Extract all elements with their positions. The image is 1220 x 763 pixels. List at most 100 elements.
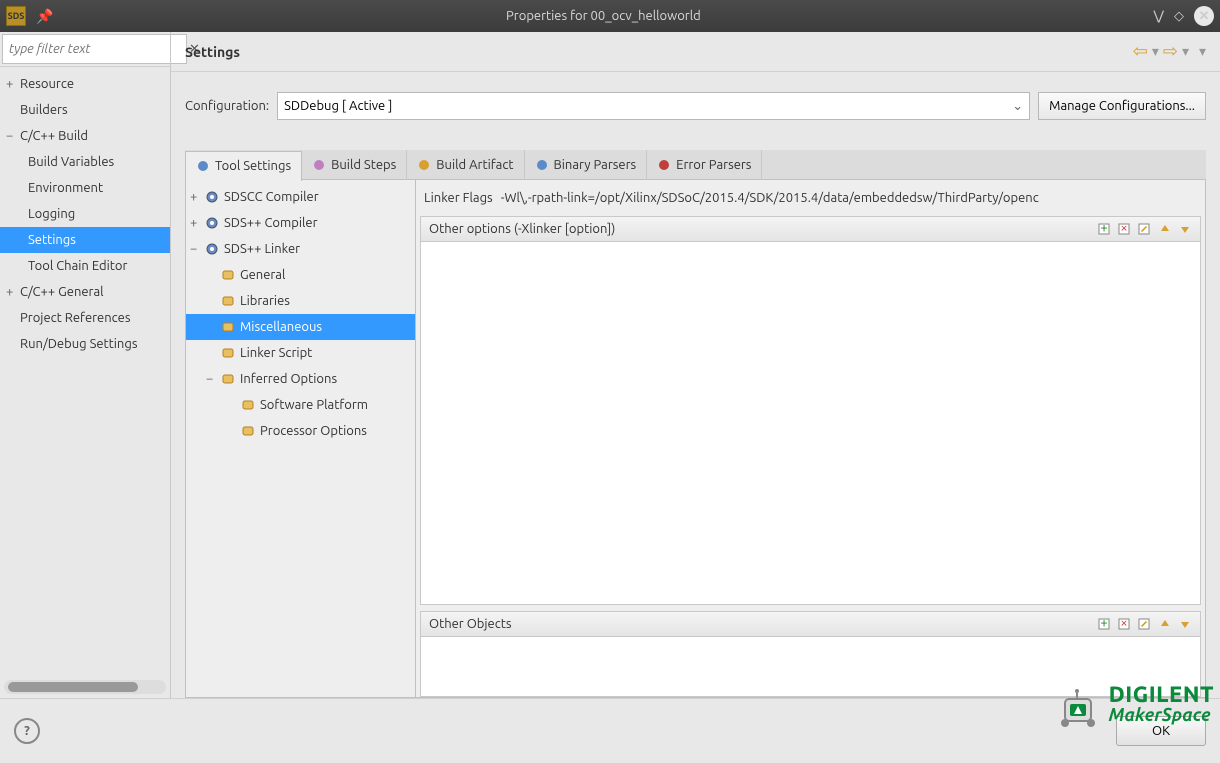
tab-icon (312, 158, 326, 172)
window-title: Properties for 00_ocv_helloworld (53, 9, 1153, 23)
nav-item-label: Settings (28, 233, 76, 247)
tab-icon (417, 158, 431, 172)
back-icon[interactable]: ⇦ (1133, 41, 1148, 62)
tab-binary-parsers[interactable]: Binary Parsers (525, 150, 648, 180)
other-objects-list[interactable] (420, 637, 1201, 697)
add-icon[interactable]: + (1098, 222, 1112, 236)
close-icon[interactable]: ✕ (1194, 6, 1214, 26)
tool-item-processor-options[interactable]: Processor Options (186, 418, 415, 444)
settings-pane: Settings ⇦ ▾ ⇨ ▾ ▾ Configuration: SDDebu… (170, 32, 1220, 698)
tab-label: Build Artifact (436, 158, 513, 172)
move-down-icon[interactable] (1178, 222, 1192, 236)
nav-item-resource[interactable]: +Resource (0, 71, 170, 97)
titlebar: SDS 📌 Properties for 00_ocv_helloworld ⋁… (0, 0, 1220, 32)
tab-icon (657, 158, 671, 172)
tool-item-software-platform[interactable]: Software Platform (186, 392, 415, 418)
form-pane: Linker Flags -Wl\,-rpath-link=/opt/Xilin… (416, 180, 1205, 697)
expand-icon[interactable]: − (206, 372, 220, 386)
edit-icon[interactable] (1138, 617, 1152, 631)
nav-item-c-c-general[interactable]: +C/C++ General (0, 279, 170, 305)
forward-menu-icon[interactable]: ▾ (1182, 43, 1189, 60)
nav-item-environment[interactable]: Environment (0, 175, 170, 201)
filter-input[interactable] (2, 34, 187, 64)
expand-icon[interactable]: − (190, 242, 204, 256)
nav-item-run-debug-settings[interactable]: Run/Debug Settings (0, 331, 170, 357)
expand-icon[interactable]: + (190, 190, 204, 204)
tab-label: Binary Parsers (554, 158, 637, 172)
tool-item-libraries[interactable]: Libraries (186, 288, 415, 314)
tool-item-sds-linker[interactable]: −SDS++ Linker (186, 236, 415, 262)
nav-item-label: Tool Chain Editor (28, 259, 127, 273)
horizontal-scrollbar[interactable] (4, 680, 166, 694)
other-options-label: Other options (-Xlinker [option]) (429, 222, 1098, 236)
tab-icon (535, 158, 549, 172)
nav-item-label: Project References (20, 311, 130, 325)
tool-item-label: Linker Script (240, 346, 312, 360)
tab-build-steps[interactable]: Build Steps (302, 150, 407, 180)
move-up-icon[interactable] (1158, 222, 1172, 236)
add-icon[interactable]: + (1098, 617, 1112, 631)
tab-error-parsers[interactable]: Error Parsers (647, 150, 762, 180)
back-menu-icon[interactable]: ▾ (1152, 43, 1159, 60)
option-icon (220, 294, 236, 308)
view-menu-icon[interactable]: ▾ (1199, 43, 1206, 60)
tool-item-label: Libraries (240, 294, 290, 308)
svg-text:+: + (1100, 617, 1107, 630)
expand-icon[interactable]: − (6, 129, 20, 143)
tab-tool-settings[interactable]: Tool Settings (185, 151, 302, 181)
nav-item-label: Logging (28, 207, 75, 221)
gear-icon (204, 216, 220, 230)
tool-item-general[interactable]: General (186, 262, 415, 288)
move-up-icon[interactable] (1158, 617, 1172, 631)
nav-item-settings[interactable]: Settings (0, 227, 170, 253)
svg-text:×: × (1120, 617, 1127, 630)
nav-item-c-c-build[interactable]: −C/C++ Build (0, 123, 170, 149)
nav-item-logging[interactable]: Logging (0, 201, 170, 227)
tool-item-miscellaneous[interactable]: Miscellaneous (186, 314, 415, 340)
nav-item-build-variables[interactable]: Build Variables (0, 149, 170, 175)
tool-item-label: SDSCC Compiler (224, 190, 319, 204)
nav-item-project-references[interactable]: Project References (0, 305, 170, 331)
gear-icon (204, 190, 220, 204)
other-options-list[interactable] (420, 242, 1201, 605)
tool-item-linker-script[interactable]: Linker Script (186, 340, 415, 366)
nav-item-label: C/C++ General (20, 285, 104, 299)
configuration-select[interactable]: SDDebug [ Active ] ⌄ (277, 92, 1030, 120)
help-button[interactable]: ? (14, 718, 40, 744)
configuration-label: Configuration: (185, 99, 269, 113)
other-objects-header: Other Objects + × (420, 611, 1201, 637)
tool-tree: + SDSCC Compiler +SDS++ Compiler−SDS++ Lin… (186, 180, 416, 697)
chevron-down-icon: ⌄ (1012, 99, 1023, 114)
tool-item-label: Processor Options (260, 424, 367, 438)
delete-icon[interactable]: × (1118, 222, 1132, 236)
tool-item-sdscc-compiler[interactable]: + SDSCC Compiler (186, 184, 415, 210)
nav-item-label: Builders (20, 103, 68, 117)
configuration-value: SDDebug [ Active ] (284, 99, 392, 113)
category-pane: ✕ +ResourceBuilders−C/C++ BuildBuild Var… (0, 32, 170, 698)
tab-label: Build Steps (331, 158, 396, 172)
expand-icon[interactable]: + (6, 285, 20, 299)
other-objects-label: Other Objects (429, 617, 1098, 631)
tool-item-sds-compiler[interactable]: +SDS++ Compiler (186, 210, 415, 236)
pin-icon[interactable]: 📌 (36, 8, 53, 25)
option-icon (240, 398, 256, 412)
tool-item-label: General (240, 268, 285, 282)
delete-icon[interactable]: × (1118, 617, 1132, 631)
tab-build-artifact[interactable]: Build Artifact (407, 150, 524, 180)
expand-icon[interactable]: + (6, 77, 20, 91)
nav-item-builders[interactable]: Builders (0, 97, 170, 123)
tool-item-inferred-options[interactable]: −Inferred Options (186, 366, 415, 392)
ok-button[interactable]: OK (1116, 716, 1206, 746)
move-down-icon[interactable] (1178, 617, 1192, 631)
linker-flags-value[interactable]: -Wl\,-rpath-link=/opt/Xilinx/SDSoC/2015.… (501, 191, 1197, 205)
tab-icon (196, 159, 210, 173)
maximize-icon[interactable]: ◇ (1174, 9, 1184, 24)
nav-item-tool-chain-editor[interactable]: Tool Chain Editor (0, 253, 170, 279)
tool-item-label: Miscellaneous (240, 320, 322, 334)
forward-icon[interactable]: ⇨ (1163, 41, 1178, 62)
nav-item-label: Run/Debug Settings (20, 337, 137, 351)
expand-icon[interactable]: + (190, 216, 204, 230)
edit-icon[interactable] (1138, 222, 1152, 236)
manage-configurations-button[interactable]: Manage Configurations... (1038, 92, 1206, 120)
minimize-icon[interactable]: ⋁ (1153, 9, 1164, 24)
